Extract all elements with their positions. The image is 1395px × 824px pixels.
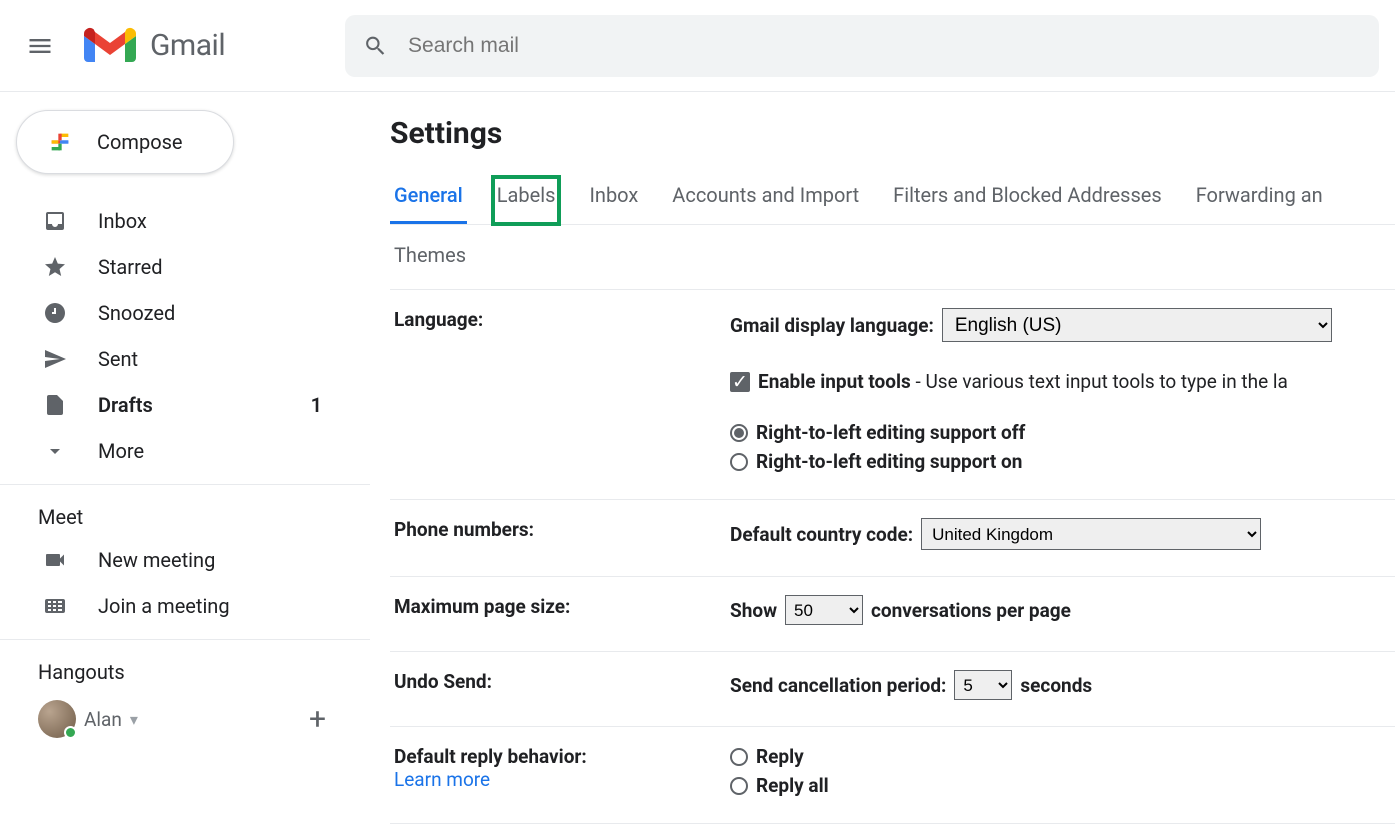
- gmail-icon: [84, 26, 136, 66]
- language-label: Language:: [390, 308, 730, 479]
- undo-suffix: seconds: [1020, 674, 1092, 697]
- rtl-off-label: Right-to-left editing support off: [756, 421, 1025, 444]
- sidebar-item-sent[interactable]: Sent: [0, 336, 350, 382]
- pagesize-show: Show: [730, 599, 777, 622]
- reply-all-radio[interactable]: [730, 777, 748, 795]
- reply-radio[interactable]: [730, 748, 748, 766]
- hamburger-icon: [26, 32, 54, 60]
- learn-more-link[interactable]: Learn more: [394, 768, 730, 791]
- compose-button[interactable]: Compose: [16, 110, 234, 174]
- clock-icon: [42, 300, 68, 326]
- dropdown-caret-icon[interactable]: ▾: [130, 710, 138, 729]
- search-input[interactable]: [406, 33, 1361, 59]
- keyboard-icon: [42, 593, 68, 619]
- meet-new-meeting[interactable]: New meeting: [0, 537, 350, 583]
- country-code-label: Default country code:: [730, 523, 913, 546]
- tab-themes[interactable]: Themes: [390, 239, 470, 271]
- sidebar: Compose Inbox Starred Snoozed Sent Draft…: [0, 92, 370, 785]
- rtl-on-label: Right-to-left editing support on: [756, 450, 1022, 473]
- sidebar-item-label: Inbox: [98, 209, 147, 233]
- sidebar-item-inbox[interactable]: Inbox: [0, 198, 350, 244]
- divider: [0, 484, 370, 485]
- app-header: Gmail: [0, 0, 1395, 92]
- pagesize-suffix: conversations per page: [871, 599, 1071, 622]
- pagesize-select[interactable]: 50: [785, 595, 863, 625]
- display-language-label: Gmail display language:: [730, 314, 934, 337]
- undo-prefix: Send cancellation period:: [730, 674, 946, 697]
- display-language-select[interactable]: English (US): [942, 308, 1332, 342]
- undo-label: Undo Send:: [390, 670, 730, 706]
- presence-indicator: [64, 726, 77, 739]
- star-icon: [42, 254, 68, 280]
- meet-join-label: Join a meeting: [98, 594, 230, 618]
- inbox-icon: [42, 208, 68, 234]
- settings-tabs: General Labels Inbox Accounts and Import…: [390, 177, 1395, 225]
- reply-opt1: Reply: [756, 745, 804, 768]
- search-icon: [363, 33, 388, 59]
- camera-icon: [42, 547, 68, 573]
- drafts-count: 1: [311, 393, 322, 417]
- sidebar-item-label: Drafts: [98, 393, 153, 417]
- section-pagesize: Maximum page size: Show 50 conversations…: [390, 577, 1395, 652]
- pagesize-label: Maximum page size:: [390, 595, 730, 631]
- product-name: Gmail: [150, 28, 225, 63]
- undo-select[interactable]: 5: [954, 670, 1012, 700]
- send-icon: [42, 346, 68, 372]
- country-code-select[interactable]: United Kingdom: [921, 518, 1261, 550]
- plus-icon: [45, 127, 75, 157]
- settings-content: Settings General Labels Inbox Accounts a…: [370, 92, 1395, 785]
- nav-list: Inbox Starred Snoozed Sent Drafts 1 M: [0, 192, 370, 474]
- phone-label: Phone numbers:: [390, 518, 730, 556]
- tab-forwarding[interactable]: Forwarding an: [1192, 177, 1327, 224]
- meet-new-label: New meeting: [98, 548, 215, 572]
- input-tools-label: Enable input tools: [758, 370, 911, 393]
- input-tools-desc: - Use various text input tools to type i…: [911, 370, 1288, 393]
- sidebar-item-drafts[interactable]: Drafts 1: [0, 382, 350, 428]
- divider: [0, 639, 370, 640]
- new-hangout-button[interactable]: +: [309, 702, 346, 737]
- section-reply: Default reply behavior: Learn more Reply…: [390, 727, 1395, 824]
- search-bar[interactable]: [345, 15, 1379, 77]
- reply-label: Default reply behavior: Learn more: [390, 745, 730, 803]
- meet-section-title: Meet: [0, 495, 370, 537]
- tab-accounts[interactable]: Accounts and Import: [668, 177, 863, 224]
- sidebar-item-more[interactable]: More: [0, 428, 350, 474]
- section-phone: Phone numbers: Default country code: Uni…: [390, 500, 1395, 577]
- section-language: Language: Gmail display language: Englis…: [390, 290, 1395, 500]
- meet-join-meeting[interactable]: Join a meeting: [0, 583, 350, 629]
- section-undo: Undo Send: Send cancellation period: 5 s…: [390, 652, 1395, 727]
- sidebar-item-starred[interactable]: Starred: [0, 244, 350, 290]
- user-name: Alan: [84, 708, 122, 731]
- compose-label: Compose: [97, 130, 183, 154]
- input-tools-checkbox[interactable]: ✓: [730, 372, 750, 392]
- rtl-on-radio[interactable]: [730, 453, 748, 471]
- hangouts-user-row[interactable]: Alan ▾ +: [0, 692, 370, 738]
- file-icon: [42, 392, 68, 418]
- sidebar-item-label: Sent: [98, 347, 138, 371]
- reply-label-text: Default reply behavior:: [394, 745, 730, 768]
- main-menu-button[interactable]: [16, 22, 64, 70]
- tab-filters[interactable]: Filters and Blocked Addresses: [889, 177, 1166, 224]
- sidebar-item-label: Starred: [98, 255, 163, 279]
- settings-tabs-row2: Themes: [390, 225, 1395, 290]
- tab-general[interactable]: General: [390, 177, 467, 224]
- chevron-down-icon: [42, 438, 68, 464]
- sidebar-item-label: More: [98, 439, 144, 463]
- tab-inbox[interactable]: Inbox: [585, 177, 642, 224]
- sidebar-item-snoozed[interactable]: Snoozed: [0, 290, 350, 336]
- tab-labels[interactable]: Labels: [493, 177, 560, 224]
- avatar: [38, 700, 76, 738]
- hangouts-section-title: Hangouts: [0, 650, 370, 692]
- sidebar-item-label: Snoozed: [98, 301, 175, 325]
- rtl-off-radio[interactable]: [730, 424, 748, 442]
- reply-opt2: Reply all: [756, 774, 829, 797]
- page-title: Settings: [390, 116, 1395, 151]
- gmail-logo[interactable]: Gmail: [84, 26, 225, 66]
